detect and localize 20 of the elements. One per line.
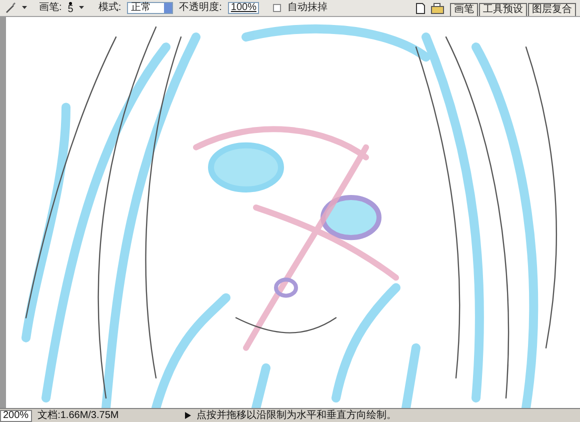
play-icon[interactable] — [184, 412, 191, 419]
status-hint: 点按并拖移以沿限制为水平和垂直方向绘制。 — [196, 410, 397, 420]
mode-dropdown[interactable]: 正常 — [127, 2, 174, 14]
caret-icon[interactable] — [79, 6, 84, 10]
opacity-label: 不透明度: — [179, 3, 222, 13]
folder-icon[interactable] — [431, 2, 444, 14]
zoom-field[interactable]: 200% — [0, 410, 32, 422]
opacity-field[interactable]: 100% — [228, 2, 260, 14]
auto-erase-label: 自动抹掉 — [287, 3, 328, 13]
document-icon[interactable] — [416, 2, 425, 14]
auto-erase-checkbox[interactable] — [273, 4, 282, 12]
brush-size[interactable]: 5 — [68, 2, 74, 14]
palette-tab[interactable]: 工具预设 — [479, 3, 527, 16]
brush-label: 画笔: — [39, 3, 62, 13]
palette-tab[interactable]: 图层复合 — [528, 3, 576, 16]
mode-label: 模式: — [98, 3, 122, 13]
document-size: 文档:1.66M/3.75M — [38, 410, 119, 420]
caret-icon[interactable] — [22, 6, 27, 10]
palette-tab[interactable]: 画笔 — [450, 3, 478, 16]
brush-icon[interactable] — [4, 2, 16, 14]
